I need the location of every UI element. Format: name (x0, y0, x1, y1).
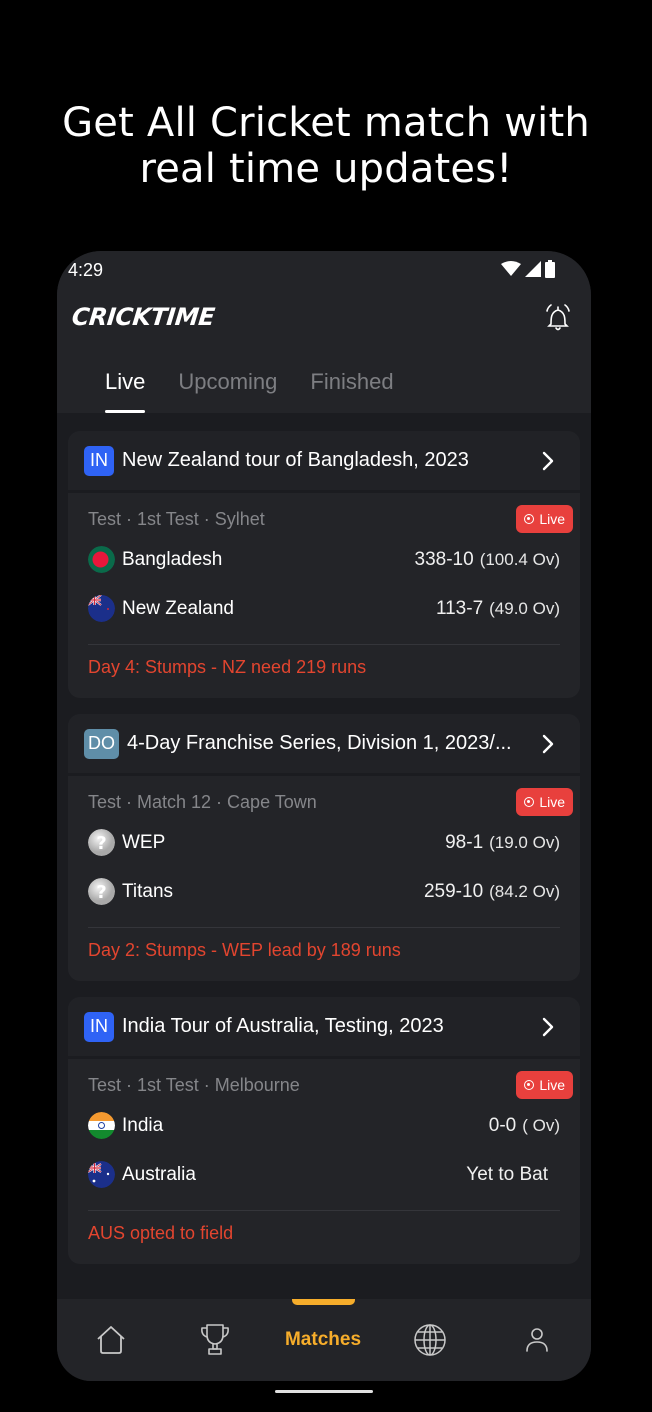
team-name: Titans (122, 880, 174, 902)
match-meta: Test · 1st Test · Sylhet (88, 508, 265, 529)
team-row: ? WEP 98-1 (19.0 Ov) (88, 818, 560, 867)
match-meta: Test · 1st Test · Melbourne (88, 1074, 300, 1095)
status-bar: 4:29 (57, 251, 591, 287)
home-icon (97, 1326, 125, 1354)
battery-icon (545, 260, 555, 278)
promo-line-2: real time updates! (139, 146, 513, 192)
team-overs: (84.2 Ov) (489, 881, 560, 901)
series-header[interactable]: DO 4-Day Franchise Series, Division 1, 2… (68, 714, 580, 776)
australia-flag-icon (88, 1161, 115, 1188)
promo-headline: Get All Cricket match with real time upd… (0, 100, 652, 192)
series-header[interactable]: IN India Tour of Australia, Testing, 202… (68, 997, 580, 1059)
team-row: Bangladesh 338-10 (100.4 Ov) (88, 535, 560, 584)
team-score: 338-10 (414, 548, 474, 570)
team-overs: (100.4 Ov) (479, 549, 560, 569)
match-list: IN New Zealand tour of Bangladesh, 2023 … (57, 413, 591, 1299)
series-badge: IN (84, 1011, 114, 1042)
bangladesh-flag-icon (88, 546, 115, 573)
trophy-icon (201, 1324, 229, 1355)
series-title: New Zealand tour of Bangladesh, 2023 (122, 449, 469, 471)
nav-active-indicator (292, 1299, 355, 1305)
team-name: WEP (122, 831, 166, 853)
tab-live[interactable]: Live (105, 351, 146, 413)
wifi-icon (501, 261, 521, 276)
india-flag-icon (88, 1112, 115, 1139)
team-score: 259-10 (423, 880, 484, 902)
team-row: India 0-0 ( Ov) (88, 1101, 560, 1150)
series-title: India Tour of Australia, Testing, 2023 (122, 1015, 444, 1037)
team-overs: ( Ov) (522, 1115, 560, 1135)
match-card[interactable]: IN India Tour of Australia, Testing, 202… (68, 997, 580, 1264)
new-zealand-flag-icon (88, 595, 115, 622)
live-badge: Live (516, 505, 573, 533)
series-title: 4-Day Franchise Series, Division 1, 2023… (127, 732, 512, 754)
status-time: 4:29 (68, 260, 104, 280)
match-result: AUS opted to field (88, 1223, 234, 1243)
home-gesture-bar[interactable] (275, 1390, 373, 1393)
match-card[interactable]: IN New Zealand tour of Bangladesh, 2023 … (68, 431, 580, 698)
team-status: Yet to Bat (466, 1163, 548, 1185)
live-label: Live (539, 511, 565, 527)
team-overs: (49.0 Ov) (489, 598, 560, 618)
unknown-team-icon: ? (88, 829, 115, 856)
team-name: Bangladesh (122, 548, 223, 570)
user-icon (526, 1328, 548, 1352)
svg-text:?: ? (96, 833, 106, 854)
promo-line-1: Get All Cricket match with (62, 100, 590, 146)
series-badge: IN (84, 445, 114, 476)
live-label: Live (539, 794, 565, 810)
nav-series[interactable] (197, 1323, 233, 1357)
team-row: ? Titans 259-10 (84.2 Ov) (88, 867, 560, 916)
live-label: Live (539, 1077, 565, 1093)
match-result: Day 4: Stumps - NZ need 219 runs (88, 657, 367, 677)
live-dot-icon (524, 514, 535, 524)
nav-matches-label: Matches (284, 1329, 362, 1350)
team-score: 98-1 (445, 831, 484, 853)
chevron-right-icon[interactable] (538, 451, 558, 471)
live-badge: Live (516, 1071, 573, 1099)
chevron-right-icon[interactable] (538, 734, 558, 754)
nav-home[interactable] (93, 1323, 129, 1357)
svg-text:?: ? (96, 882, 106, 903)
match-result: Day 2: Stumps - WEP lead by 189 runs (88, 940, 401, 960)
bottom-nav: Matches (57, 1299, 591, 1381)
match-tabs: Live Upcoming Finished (57, 351, 591, 413)
team-row: New Zealand 113-7 (49.0 Ov) (88, 584, 560, 633)
chevron-right-icon[interactable] (538, 1017, 558, 1037)
live-dot-icon (524, 797, 535, 807)
live-dot-icon (524, 1080, 535, 1090)
series-header[interactable]: IN New Zealand tour of Bangladesh, 2023 (68, 431, 580, 493)
team-name: India (122, 1114, 164, 1136)
app-logo: CRICKTIME (70, 303, 216, 331)
unknown-team-icon: ? (88, 878, 115, 905)
nav-matches[interactable]: Matches (267, 1323, 379, 1357)
match-card[interactable]: DO 4-Day Franchise Series, Division 1, 2… (68, 714, 580, 981)
match-meta: Test · Match 12 · Cape Town (88, 791, 317, 812)
nav-rankings[interactable] (412, 1323, 448, 1357)
team-score: 0-0 (488, 1114, 517, 1136)
team-row: Australia Yet to Bat (88, 1150, 560, 1199)
team-name: Australia (122, 1163, 196, 1185)
phone-screen: 4:29 CRICKTIME Live Upcoming Finished IN… (57, 251, 591, 1381)
nav-profile[interactable] (519, 1323, 555, 1357)
app-bar: CRICKTIME (57, 287, 591, 351)
team-overs: (19.0 Ov) (489, 832, 560, 852)
series-badge: DO (84, 728, 119, 759)
tab-finished[interactable]: Finished (310, 351, 393, 413)
bell-ringing-icon[interactable] (541, 301, 575, 335)
tab-upcoming[interactable]: Upcoming (178, 351, 277, 413)
signal-icon (525, 261, 541, 277)
globe-icon (414, 1324, 446, 1356)
live-badge: Live (516, 788, 573, 816)
team-name: New Zealand (122, 597, 234, 619)
team-score: 113-7 (435, 597, 484, 619)
